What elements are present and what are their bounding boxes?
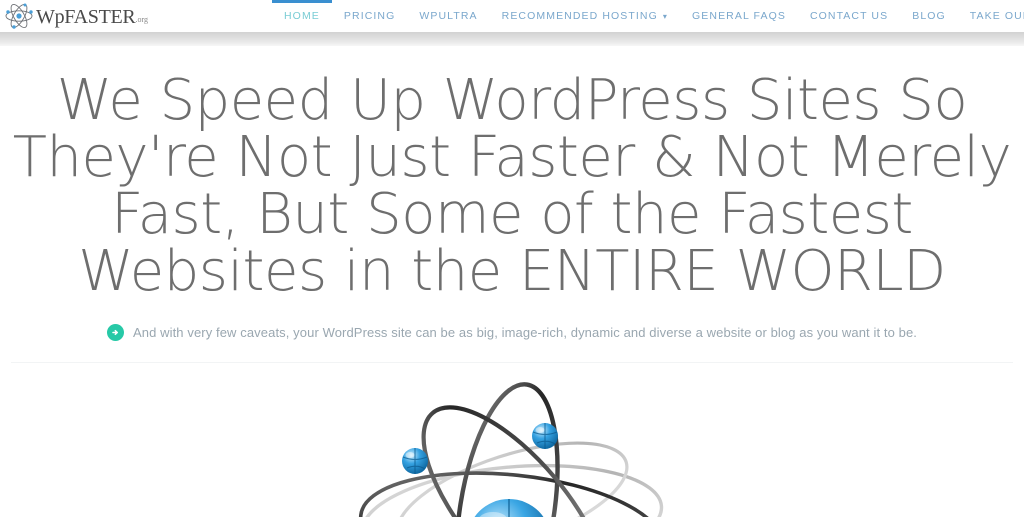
atom-icon [4, 1, 34, 31]
logo-text-wp: Wp [36, 6, 65, 28]
hero-subtitle-row: And with very few caveats, your WordPres… [0, 324, 1024, 341]
logo-text-org: .org [135, 15, 148, 24]
nav-item-pricing-label: PRICING [343, 10, 396, 22]
nav-item-contact-us[interactable]: CONTACT US [798, 0, 900, 32]
chevron-down-icon: ▾ [662, 12, 669, 21]
page-title: We Speed Up WordPress Sites So They're N… [0, 72, 1024, 300]
nav-item-recommended-hosting-label: RECOMMENDED HOSTING [501, 10, 658, 22]
nav-item-blog[interactable]: BLOG [900, 0, 958, 32]
header-shadow-strip [0, 32, 1024, 46]
nav-item-home-label: HOME [284, 10, 320, 22]
hero-subtitle-text: And with very few caveats, your WordPres… [132, 325, 918, 340]
hero-illustration [0, 363, 1024, 517]
site-header: WpFASTER.org HOME PRICING WPULTRA RECOMM… [0, 0, 1024, 32]
atom-globe-illustration [347, 371, 677, 517]
hero-title-line-2: They're Not Just Faster & Not Merely [12, 125, 1012, 190]
nav-item-take-our-course[interactable]: TAKE OUR COURSE [958, 0, 1024, 32]
nav-item-take-our-course-label: TAKE OUR COURSE [969, 10, 1024, 22]
nav-item-home[interactable]: HOME [272, 0, 332, 32]
hero-title-line-3: Fast, But Some of the Fastest [111, 182, 913, 247]
hero-section: We Speed Up WordPress Sites So They're N… [0, 46, 1024, 363]
hero-title-line-1: We Speed Up WordPress Sites So [56, 68, 968, 133]
nav-item-general-faqs[interactable]: GENERAL FAQS [680, 0, 798, 32]
hero-title-line-4: Websites in the ENTIRE WORLD [78, 239, 946, 304]
nav-item-contact-us-label: CONTACT US [809, 10, 889, 22]
nav-item-wpultra-label: WPULTRA [419, 10, 478, 22]
nav-item-recommended-hosting[interactable]: RECOMMENDED HOSTING ▾ [490, 0, 680, 32]
nav-item-pricing[interactable]: PRICING [332, 0, 407, 32]
active-tab-indicator [272, 0, 332, 3]
nav-item-blog-label: BLOG [912, 10, 946, 22]
main-navigation: HOME PRICING WPULTRA RECOMMENDED HOSTING… [272, 0, 1024, 32]
nav-item-general-faqs-label: GENERAL FAQS [692, 10, 786, 22]
nav-item-wpultra[interactable]: WPULTRA [407, 0, 489, 32]
logo-text-faster: FASTER [64, 6, 136, 28]
site-logo[interactable]: WpFASTER.org [0, 0, 148, 32]
arrow-circle-right-icon [106, 324, 124, 341]
logo-wordmark: WpFASTER.org [36, 7, 148, 27]
